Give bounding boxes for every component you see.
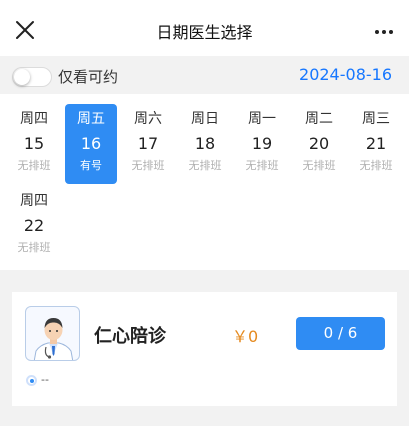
doctor-name: 仁心陪诊: [94, 326, 166, 347]
day-number: 20: [308, 134, 330, 153]
day-status: 无排班: [302, 159, 336, 172]
day-weekday: 周四: [20, 193, 48, 209]
consultation-price: ￥0: [232, 327, 259, 346]
doctor-avatar-icon: [25, 306, 80, 361]
day-number: 19: [251, 134, 273, 153]
day-number: 22: [23, 216, 45, 235]
day-status: 无排班: [17, 241, 51, 254]
day-cell[interactable]: 周三 21 无排班: [350, 104, 402, 184]
available-only-label: 仅看可约: [58, 68, 119, 86]
radio-dot-core: [29, 378, 34, 383]
day-cell[interactable]: 周四 22 无排班: [8, 186, 60, 266]
day-number: 16: [80, 134, 102, 153]
toggle-knob: [14, 69, 30, 85]
day-cell[interactable]: 周四 15 无排班: [8, 104, 60, 184]
doctor-card[interactable]: 仁心陪诊 ￥0 0 / 6 --: [12, 292, 397, 406]
filter-bar: 仅看可约 2024-08-16: [0, 56, 409, 94]
day-status: 有号: [80, 159, 102, 172]
day-number: 21: [365, 134, 387, 153]
day-cell[interactable]: 周日 18 无排班: [179, 104, 231, 184]
day-weekday: 周六: [134, 111, 162, 127]
available-only-toggle[interactable]: [12, 67, 52, 87]
page-title: 日期医生选择: [156, 23, 253, 42]
day-weekday: 周一: [248, 111, 276, 127]
day-status: 无排班: [359, 159, 393, 172]
day-cell[interactable]: 周六 17 无排班: [122, 104, 174, 184]
day-weekday: 周日: [191, 111, 219, 127]
radio-dot-icon: [26, 375, 37, 386]
day-weekday: 周五: [77, 111, 105, 127]
day-number: 17: [137, 134, 159, 153]
more-dot: [375, 30, 379, 34]
day-cell[interactable]: 周二 20 无排班: [293, 104, 345, 184]
top-bar: 日期医生选择: [0, 0, 409, 56]
more-icon[interactable]: [375, 30, 393, 34]
more-dot: [389, 30, 393, 34]
day-cell[interactable]: 周一 19 无排班: [236, 104, 288, 184]
day-status: 无排班: [131, 159, 165, 172]
book-slot-button[interactable]: 0 / 6: [296, 317, 385, 350]
day-cell[interactable]: 周五 16 有号: [65, 104, 117, 184]
day-number: 18: [194, 134, 216, 153]
day-status: 无排班: [245, 159, 279, 172]
selected-date[interactable]: 2024-08-16: [299, 65, 392, 84]
more-dot: [382, 30, 386, 34]
day-status: 无排班: [188, 159, 222, 172]
day-weekday: 周三: [362, 111, 390, 127]
date-calendar: 周四 15 无排班 周五 16 有号 周六 17 无排班 周日 18 无排班 周…: [0, 94, 409, 270]
schedule-note: --: [41, 373, 49, 386]
day-weekday: 周四: [20, 111, 48, 127]
day-status: 无排班: [17, 159, 51, 172]
day-weekday: 周二: [305, 111, 333, 127]
day-number: 15: [23, 134, 45, 153]
